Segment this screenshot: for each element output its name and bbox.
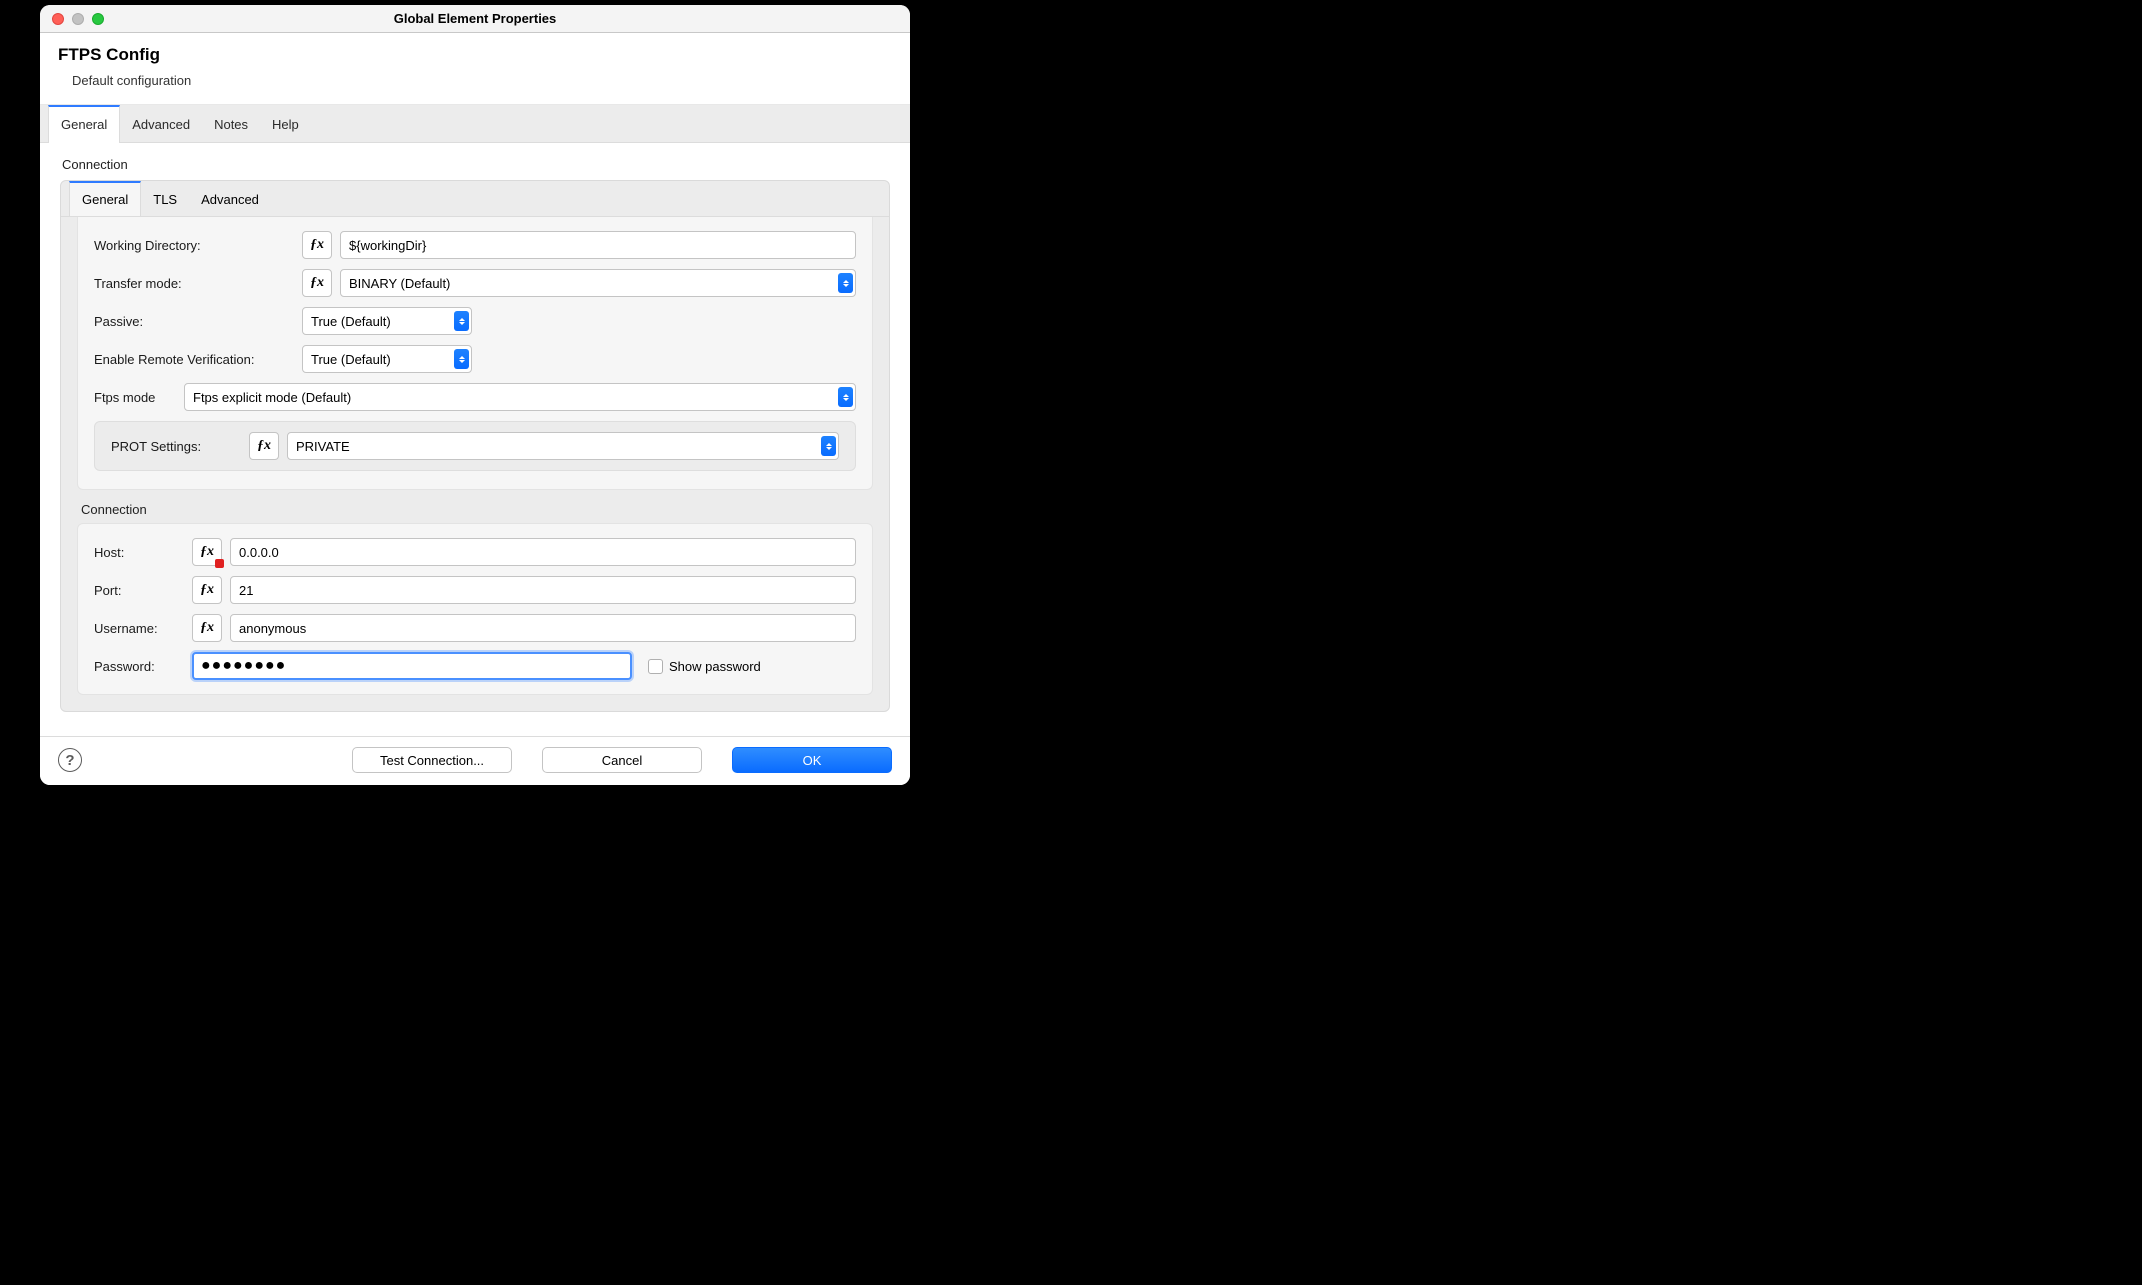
remote-verification-value: True (Default) (311, 352, 391, 367)
error-marker-icon (215, 559, 224, 568)
inner-tab-advanced[interactable]: Advanced (189, 181, 271, 216)
username-input[interactable] (230, 614, 856, 642)
port-input[interactable] (230, 576, 856, 604)
connection-credentials-group: Host: ƒx Port: ƒx Username: ƒx Password: (77, 523, 873, 695)
tab-general[interactable]: General (48, 105, 120, 143)
remote-verification-label: Enable Remote Verification: (94, 352, 294, 367)
inner-tab-general[interactable]: General (69, 181, 141, 216)
host-label: Host: (94, 545, 184, 560)
passive-select[interactable]: True (Default) (302, 307, 472, 335)
help-icon[interactable]: ? (58, 748, 82, 772)
connection-subsection-label: Connection (81, 502, 889, 517)
fx-button-username[interactable]: ƒx (192, 614, 222, 642)
transfer-mode-value: BINARY (Default) (349, 276, 450, 291)
fx-button-working-directory[interactable]: ƒx (302, 231, 332, 259)
dropdown-stepper-icon (821, 436, 836, 456)
fx-button-transfer-mode[interactable]: ƒx (302, 269, 332, 297)
username-label: Username: (94, 621, 184, 636)
outer-tabbar: General Advanced Notes Help (40, 105, 910, 143)
password-label: Password: (94, 659, 184, 674)
fx-button-port[interactable]: ƒx (192, 576, 222, 604)
titlebar: Global Element Properties (40, 5, 910, 33)
dropdown-stepper-icon (838, 387, 853, 407)
passive-value: True (Default) (311, 314, 391, 329)
close-window-button[interactable] (52, 13, 64, 25)
remote-verification-select[interactable]: True (Default) (302, 345, 472, 373)
dropdown-stepper-icon (838, 273, 853, 293)
window-title: Global Element Properties (40, 11, 910, 26)
test-connection-button[interactable]: Test Connection... (352, 747, 512, 773)
dropdown-stepper-icon (454, 311, 469, 331)
transfer-mode-select[interactable]: BINARY (Default) (340, 269, 856, 297)
fx-button-host[interactable]: ƒx (192, 538, 222, 566)
tab-notes[interactable]: Notes (202, 105, 260, 142)
ok-button[interactable]: OK (732, 747, 892, 773)
zoom-window-button[interactable] (92, 13, 104, 25)
port-label: Port: (94, 583, 184, 598)
prot-settings-value: PRIVATE (296, 439, 350, 454)
transfer-mode-label: Transfer mode: (94, 276, 294, 291)
show-password-checkbox[interactable] (648, 659, 663, 674)
minimize-window-button[interactable] (72, 13, 84, 25)
section-connection-top-label: Connection (62, 157, 890, 172)
ftps-mode-select[interactable]: Ftps explicit mode (Default) (184, 383, 856, 411)
password-input[interactable] (192, 652, 632, 680)
prot-settings-label: PROT Settings: (111, 439, 241, 454)
host-input[interactable] (230, 538, 856, 566)
ftps-mode-label: Ftps mode (94, 390, 176, 405)
inner-tabbar: General TLS Advanced (61, 181, 889, 217)
prot-settings-group: PROT Settings: ƒx PRIVATE (94, 421, 856, 471)
tab-advanced[interactable]: Advanced (120, 105, 202, 142)
working-directory-input[interactable] (340, 231, 856, 259)
passive-label: Passive: (94, 314, 294, 329)
dialog-header: FTPS Config Default configuration (40, 33, 910, 105)
dialog-footer: ? Test Connection... Cancel OK (40, 736, 910, 785)
connection-panel: General TLS Advanced Working Directory: … (60, 180, 890, 712)
working-directory-label: Working Directory: (94, 238, 294, 253)
tab-help[interactable]: Help (260, 105, 311, 142)
dialog-window: Global Element Properties FTPS Config De… (40, 5, 910, 785)
dropdown-stepper-icon (454, 349, 469, 369)
config-subtitle: Default configuration (58, 73, 892, 88)
inner-tab-content: Working Directory: ƒx Transfer mode: ƒx … (77, 217, 873, 490)
content-area: Connection General TLS Advanced Working … (40, 143, 910, 736)
show-password-label: Show password (669, 659, 761, 674)
config-title: FTPS Config (58, 45, 892, 65)
fx-button-prot[interactable]: ƒx (249, 432, 279, 460)
prot-settings-select[interactable]: PRIVATE (287, 432, 839, 460)
cancel-button[interactable]: Cancel (542, 747, 702, 773)
inner-tab-tls[interactable]: TLS (141, 181, 189, 216)
ftps-mode-value: Ftps explicit mode (Default) (193, 390, 351, 405)
